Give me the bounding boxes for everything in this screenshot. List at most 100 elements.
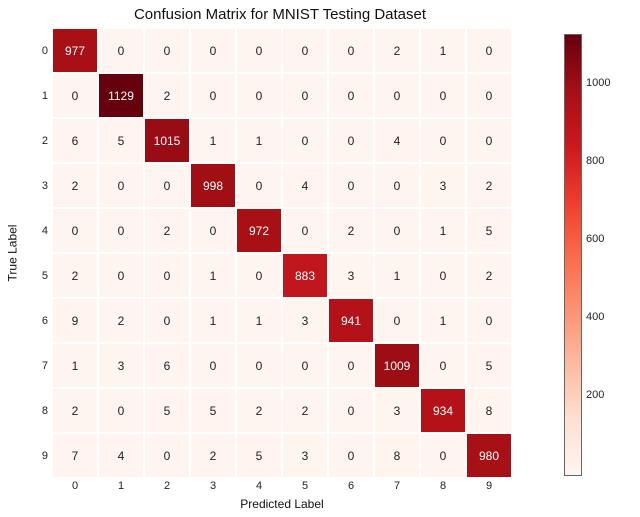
colorbar-ticks: 2004006008001000 xyxy=(586,34,620,474)
x-tick: 0 xyxy=(52,480,98,496)
heatmap-cell: 7 xyxy=(52,433,98,478)
heatmap-cell: 0 xyxy=(236,28,282,73)
heatmap-cell: 8 xyxy=(374,433,420,478)
heatmap-cell: 2 xyxy=(282,388,328,433)
heatmap-cell: 2 xyxy=(52,253,98,298)
heatmap-cell: 0 xyxy=(282,73,328,118)
x-tick: 6 xyxy=(328,480,374,496)
colorbar-tick: 800 xyxy=(586,155,604,167)
colorbar-gradient xyxy=(565,35,581,475)
x-tick: 9 xyxy=(466,480,512,496)
colorbar-tick: 1000 xyxy=(586,77,610,89)
y-tick: 4 xyxy=(30,208,48,253)
y-tick: 3 xyxy=(30,163,48,208)
heatmap-cell: 8 xyxy=(466,388,512,433)
heatmap-cell: 3 xyxy=(328,253,374,298)
x-tick: 2 xyxy=(144,480,190,496)
heatmap-grid: 9770000002100112920000000651015110040020… xyxy=(52,28,512,478)
colorbar-tick: 600 xyxy=(586,233,604,245)
heatmap-cell: 2 xyxy=(374,28,420,73)
y-tick: 1 xyxy=(30,73,48,118)
y-tick: 7 xyxy=(30,343,48,388)
heatmap-cell: 0 xyxy=(282,343,328,388)
heatmap-cell: 1 xyxy=(374,253,420,298)
x-tick: 4 xyxy=(236,480,282,496)
y-tick: 5 xyxy=(30,253,48,298)
heatmap-cell: 0 xyxy=(374,208,420,253)
heatmap-cell: 1129 xyxy=(98,73,144,118)
heatmap-cell: 3 xyxy=(374,388,420,433)
heatmap-cell: 3 xyxy=(282,298,328,343)
x-tick: 5 xyxy=(282,480,328,496)
heatmap-cell: 2 xyxy=(466,163,512,208)
heatmap-cell: 883 xyxy=(282,253,328,298)
heatmap-cell: 0 xyxy=(52,208,98,253)
heatmap-cell: 0 xyxy=(420,343,466,388)
y-tick: 0 xyxy=(30,28,48,73)
heatmap-cell: 6 xyxy=(144,343,190,388)
heatmap-cell: 0 xyxy=(420,118,466,163)
heatmap-cell: 1 xyxy=(420,208,466,253)
heatmap-cell: 0 xyxy=(98,253,144,298)
heatmap-cell: 0 xyxy=(420,433,466,478)
heatmap-cell: 3 xyxy=(98,343,144,388)
heatmap-cell: 0 xyxy=(98,28,144,73)
y-axis-ticks: 0123456789 xyxy=(30,28,48,478)
colorbar-tick: 400 xyxy=(586,311,604,323)
heatmap-cell: 5 xyxy=(466,208,512,253)
y-tick: 9 xyxy=(30,433,48,478)
heatmap-cell: 6 xyxy=(52,118,98,163)
heatmap-cell: 977 xyxy=(52,28,98,73)
heatmap-cell: 0 xyxy=(144,433,190,478)
heatmap-cell: 1 xyxy=(236,118,282,163)
heatmap-cell: 0 xyxy=(374,163,420,208)
heatmap-cell: 3 xyxy=(420,163,466,208)
heatmap-cell: 0 xyxy=(190,208,236,253)
heatmap-cell: 0 xyxy=(98,163,144,208)
heatmap-cell: 2 xyxy=(328,208,374,253)
heatmap-cell: 0 xyxy=(98,208,144,253)
heatmap-cell: 0 xyxy=(144,253,190,298)
x-tick: 1 xyxy=(98,480,144,496)
heatmap-cell: 0 xyxy=(144,163,190,208)
heatmap-cell: 1015 xyxy=(144,118,190,163)
heatmap-cell: 0 xyxy=(190,73,236,118)
heatmap-cell: 1 xyxy=(190,118,236,163)
heatmap-cell: 4 xyxy=(374,118,420,163)
heatmap-cell: 0 xyxy=(466,118,512,163)
y-tick: 2 xyxy=(30,118,48,163)
heatmap-cell: 2 xyxy=(190,433,236,478)
heatmap-cell: 0 xyxy=(282,208,328,253)
x-axis-ticks: 0123456789 xyxy=(52,480,512,496)
heatmap-cell: 0 xyxy=(466,298,512,343)
heatmap-cell: 5 xyxy=(144,388,190,433)
heatmap-cell: 0 xyxy=(328,73,374,118)
heatmap-cell: 0 xyxy=(328,163,374,208)
heatmap-cell: 2 xyxy=(98,298,144,343)
heatmap-cell: 4 xyxy=(282,163,328,208)
heatmap-cell: 0 xyxy=(466,73,512,118)
confusion-matrix-figure: Confusion Matrix for MNIST Testing Datas… xyxy=(0,0,640,517)
heatmap-cell: 1 xyxy=(420,298,466,343)
heatmap-cell: 5 xyxy=(190,388,236,433)
heatmap-cell: 4 xyxy=(98,433,144,478)
heatmap-cell: 5 xyxy=(98,118,144,163)
heatmap-cell: 0 xyxy=(144,28,190,73)
heatmap-cell: 2 xyxy=(144,73,190,118)
heatmap-cell: 9 xyxy=(52,298,98,343)
heatmap-cell: 1 xyxy=(52,343,98,388)
y-tick: 8 xyxy=(30,388,48,433)
heatmap-cell: 0 xyxy=(144,298,190,343)
heatmap-cell: 998 xyxy=(190,163,236,208)
x-tick: 7 xyxy=(374,480,420,496)
heatmap-cell: 0 xyxy=(328,433,374,478)
heatmap-cell: 0 xyxy=(420,73,466,118)
heatmap-cell: 0 xyxy=(328,118,374,163)
heatmap-cell: 934 xyxy=(420,388,466,433)
heatmap-cell: 0 xyxy=(328,28,374,73)
heatmap-cell: 2 xyxy=(144,208,190,253)
y-tick: 6 xyxy=(30,298,48,343)
heatmap-cell: 0 xyxy=(98,388,144,433)
heatmap-cell: 972 xyxy=(236,208,282,253)
heatmap-cell: 941 xyxy=(328,298,374,343)
